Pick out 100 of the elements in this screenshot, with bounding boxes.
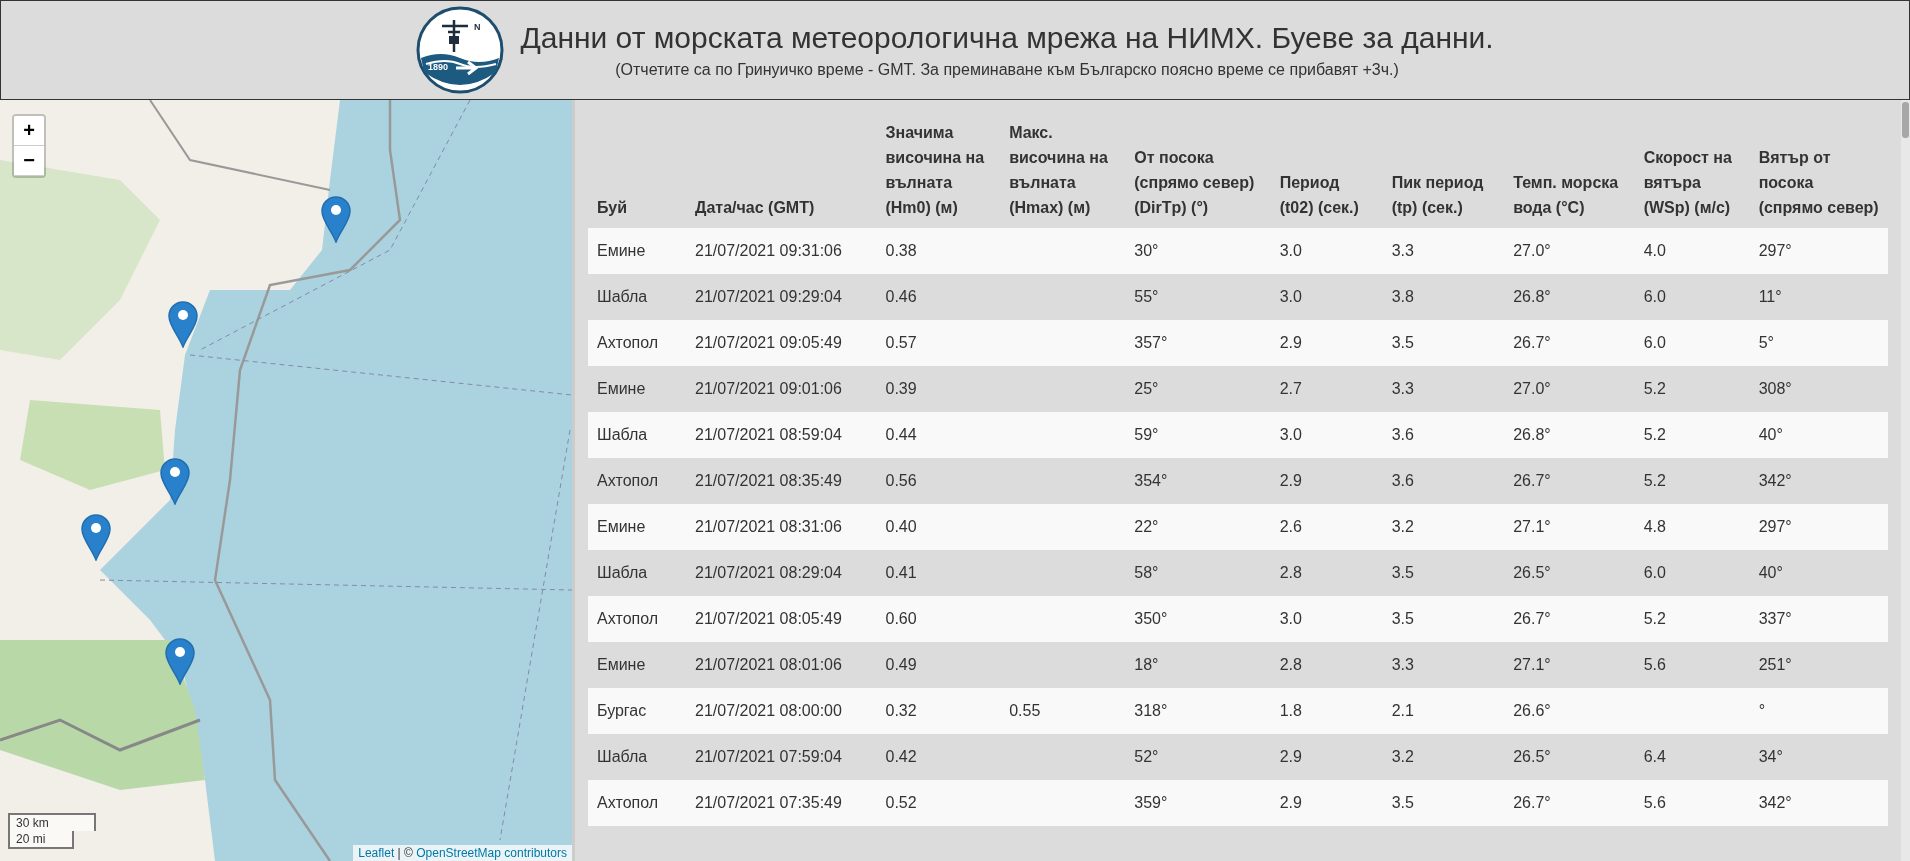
table-cell: 21/07/2021 08:00:00 [686,688,877,734]
table-cell: 3.3 [1382,366,1505,412]
table-cell: 26.7° [1504,458,1635,504]
table-cell: 342° [1749,780,1888,826]
page-subtitle: (Отчетите са по Гринуичко време - GMT. За преминаване към Българско поясно време се прибавят +3ч.) [615,61,1399,79]
table-cell: 2.9 [1270,734,1383,780]
logo: N 1890 [416,6,505,94]
table-cell: 22° [1125,504,1271,550]
table-cell: Ахтопол [588,458,687,504]
table-cell: 25° [1125,366,1271,412]
table-cell: 0.55 [1000,688,1126,734]
table-cell: 2.6 [1270,504,1383,550]
table-cell: Шабла [588,412,687,458]
column-header: Дата/час (GMT) [686,112,877,228]
table-cell: 26.7° [1504,596,1635,642]
table-cell: 337° [1749,596,1888,642]
table-cell: 26.5° [1504,734,1635,780]
table-cell: 359° [1125,780,1271,826]
column-header: Скорост на вятъра (WSp) (м/с) [1634,112,1750,228]
column-header: Вятър от посока (спрямо север) [1749,112,1888,228]
table-cell: 2.7 [1270,366,1383,412]
table-cell: 3.6 [1382,412,1505,458]
table-cell: 59° [1125,412,1271,458]
table-cell: Емине [588,504,687,550]
table-cell: 40° [1749,550,1888,596]
table-cell: 3.5 [1382,320,1505,366]
table-cell: 4.0 [1634,228,1750,274]
osm-link[interactable]: OpenStreetMap contributors [416,846,567,860]
table-cell: 26.6° [1504,688,1635,734]
map-marker-icon[interactable] [159,457,191,505]
table-cell: 21/07/2021 07:35:49 [686,780,877,826]
table-cell: 21/07/2021 08:35:49 [686,458,877,504]
table-cell: 21/07/2021 09:01:06 [686,366,877,412]
leaflet-link[interactable]: Leaflet [358,846,395,860]
table-cell: 3.3 [1382,228,1505,274]
table-cell: Емине [588,228,687,274]
table-cell: 34° [1749,734,1888,780]
table-cell: 0.60 [876,596,1001,642]
table-cell: Шабла [588,734,687,780]
table-cell: 0.44 [876,412,1001,458]
map-marker-icon[interactable] [164,637,196,685]
table-cell: 18° [1125,642,1271,688]
table-cell: 58° [1125,550,1271,596]
table-cell: Шабла [588,274,687,320]
table-cell: 3.3 [1382,642,1505,688]
map-marker-icon[interactable] [80,513,112,561]
table-cell: 5.2 [1634,596,1750,642]
table-cell: Шабла [588,550,687,596]
table-cell: 5° [1749,320,1888,366]
table-cell: 2.9 [1270,780,1383,826]
table-cell: Емине [588,366,687,412]
table-cell: 3.5 [1382,550,1505,596]
table-cell: 6.4 [1634,734,1750,780]
table-cell: 6.0 [1634,320,1750,366]
table-cell: 354° [1125,458,1271,504]
column-header: Значима височина на вълната (Hm0) (м) [876,112,1001,228]
table-cell: 26.7° [1504,320,1635,366]
table-cell: Ахтопол [588,780,687,826]
table-cell: 297° [1749,504,1888,550]
zoom-out-button[interactable]: − [14,146,44,176]
scale-bar: 20 mi [8,831,74,849]
table-cell: 0.49 [876,642,1001,688]
table-cell: Емине [588,642,687,688]
column-header: Период (t02) (сек.) [1270,112,1383,228]
table-cell: 27.0° [1504,228,1635,274]
table-cell: 3.0 [1270,596,1383,642]
table-cell: 0.40 [876,504,1001,550]
table-cell: 11° [1749,274,1888,320]
table-cell: 21/07/2021 09:31:06 [686,228,877,274]
column-header: От посока (спрямо север) (DirTp) (°) [1125,112,1271,228]
scrollbar-thumb[interactable] [1902,102,1909,138]
table-cell: 0.52 [876,780,1001,826]
map-marker-icon[interactable] [167,300,199,348]
table-cell: 5.6 [1634,642,1750,688]
scrollbar[interactable] [1901,100,1910,861]
table-cell: 0.42 [876,734,1001,780]
table-cell: 21/07/2021 08:05:49 [686,596,877,642]
table-cell: 21/07/2021 08:59:04 [686,412,877,458]
table-cell: 21/07/2021 08:31:06 [686,504,877,550]
table-cell: 4.8 [1634,504,1750,550]
table-cell: 0.46 [876,274,1001,320]
table-cell: 342° [1749,458,1888,504]
table-cell: 3.5 [1382,780,1505,826]
column-header: Пик период (tp) (сек.) [1382,112,1505,228]
table-cell: 26.8° [1504,412,1635,458]
table-cell: Ахтопол [588,596,687,642]
table-cell: 0.38 [876,228,1001,274]
table-cell: 5.6 [1634,780,1750,826]
table-cell: 21/07/2021 09:29:04 [686,274,877,320]
table-cell: 3.0 [1270,228,1383,274]
table-cell: 5.2 [1634,458,1750,504]
table-cell: 21/07/2021 08:01:06 [686,642,877,688]
attribution-separator: | © [396,846,414,860]
table-cell: 251° [1749,642,1888,688]
table-cell: 0.57 [876,320,1001,366]
table-cell: 318° [1125,688,1271,734]
table-cell: 55° [1125,274,1271,320]
map-marker-icon[interactable] [320,195,352,243]
zoom-in-button[interactable]: + [14,116,44,146]
page-title: Данни от морската метеорологична мрежа на НИМХ. Буеве за данни. [520,21,1494,55]
